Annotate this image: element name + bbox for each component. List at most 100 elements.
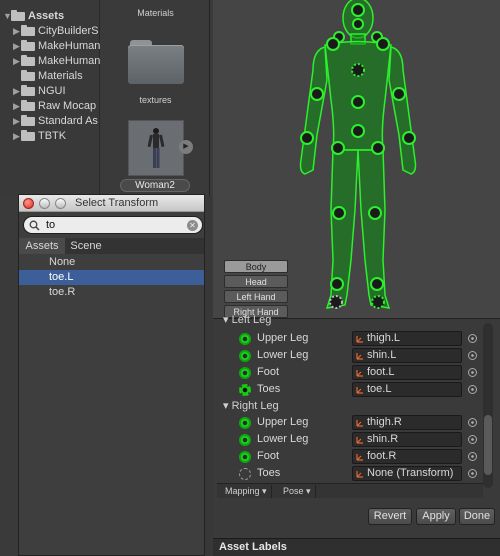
tree-item[interactable]: ▶ NGUI xyxy=(0,84,100,98)
minimize-window-icon[interactable] xyxy=(39,198,50,209)
scrollbar-thumb[interactable] xyxy=(484,415,492,475)
transform-field[interactable]: shin.R xyxy=(352,432,462,447)
object-picker-icon[interactable] xyxy=(468,469,477,478)
textures-folder-label[interactable]: textures xyxy=(101,95,210,105)
tree-item[interactable]: ▶ TBTK xyxy=(0,129,100,143)
body-view-button[interactable]: Body xyxy=(224,260,288,273)
search-field[interactable]: ✕ xyxy=(23,216,203,234)
transform-value: None (Transform) xyxy=(367,467,454,479)
object-picker-icon[interactable] xyxy=(468,351,477,360)
object-picker-icon[interactable] xyxy=(468,418,477,427)
object-picker-icon[interactable] xyxy=(468,368,477,377)
folder-icon xyxy=(21,55,35,66)
tree-item[interactable]: ▼ Assets xyxy=(0,9,100,23)
tree-item[interactable]: ▶ MakeHuman xyxy=(0,54,100,68)
transform-value: thigh.L xyxy=(367,332,401,344)
left-panel-background xyxy=(0,196,18,556)
list-item[interactable]: toe.R xyxy=(19,285,204,300)
mapping-menu[interactable]: Mapping ▾ xyxy=(221,485,272,498)
bone-label: Lower Leg xyxy=(257,349,309,361)
tree-item-label: Standard As xyxy=(38,115,98,127)
zoom-window-icon[interactable] xyxy=(55,198,66,209)
object-picker-icon[interactable] xyxy=(468,435,477,444)
transform-value: foot.L xyxy=(367,366,395,378)
transform-value: thigh.R xyxy=(367,416,402,428)
list-item[interactable]: None xyxy=(19,255,204,270)
bone-label: Foot xyxy=(257,450,280,462)
tree-item[interactable]: Materials xyxy=(0,69,100,83)
bone-unmapped-icon[interactable] xyxy=(239,468,251,480)
tree-item[interactable]: ▶ Raw Mocap xyxy=(0,99,100,113)
tab-assets[interactable]: Assets xyxy=(19,238,65,254)
left-leg-header[interactable]: ▾ Left Leg xyxy=(223,313,271,326)
tree-item[interactable]: ▶ Standard As xyxy=(0,114,100,128)
search-input[interactable] xyxy=(46,218,186,232)
head-view-button[interactable]: Head xyxy=(224,275,288,288)
asset-labels-header[interactable]: Asset Labels xyxy=(213,538,500,556)
clear-search-icon[interactable]: ✕ xyxy=(187,220,198,231)
transform-icon xyxy=(356,353,363,360)
transform-field[interactable]: toe.L xyxy=(352,382,462,397)
transform-icon xyxy=(356,420,363,427)
transform-field[interactable]: shin.L xyxy=(352,348,462,363)
mapping-toolbar: Mapping ▾ Pose ▾ xyxy=(217,483,483,498)
tree-item[interactable]: ▶ CityBuilderS xyxy=(0,24,100,38)
woman2-model-thumbnail[interactable] xyxy=(128,120,184,176)
bone-mapped-icon[interactable] xyxy=(239,333,251,345)
transform-icon xyxy=(356,437,363,444)
bone-mapped-icon[interactable] xyxy=(239,417,251,429)
done-button[interactable]: Done xyxy=(459,508,495,525)
right-leg-header-label: Right Leg xyxy=(231,400,279,412)
bone-label: Upper Leg xyxy=(257,416,309,428)
object-picker-icon[interactable] xyxy=(468,334,477,343)
woman2-asset-label[interactable]: Woman2 xyxy=(120,179,190,192)
bone-label: Toes xyxy=(257,383,281,395)
bone-mapped-icon[interactable] xyxy=(239,451,251,463)
tree-item-label: Materials xyxy=(38,70,83,82)
folder-icon xyxy=(21,100,35,111)
apply-button[interactable]: Apply xyxy=(416,508,456,525)
left-hand-view-button[interactable]: Left Hand xyxy=(224,290,288,303)
tree-item-label: Assets xyxy=(28,10,65,22)
left-upper-leg-row: Upper Leg thigh.L xyxy=(213,331,488,347)
tree-item-label: CityBuilderS xyxy=(38,25,99,37)
tab-scene[interactable]: Scene xyxy=(65,238,107,254)
select-transform-dialog: Select Transform ✕ Assets Scene None toe… xyxy=(18,194,205,556)
transform-field[interactable]: thigh.L xyxy=(352,331,462,346)
dialog-titlebar[interactable]: Select Transform xyxy=(19,195,204,212)
tree-item-label: MakeHuman xyxy=(38,40,100,52)
right-leg-header[interactable]: ▾ Right Leg xyxy=(223,399,279,412)
transform-value: shin.R xyxy=(367,433,399,445)
pose-menu[interactable]: Pose ▾ xyxy=(279,485,316,498)
bone-mapped-icon[interactable] xyxy=(239,434,251,446)
asset-grid: Materials textures ▶ Woman2 xyxy=(101,0,210,196)
tree-item[interactable]: ▶ MakeHuman xyxy=(0,39,100,53)
tree-item-label: MakeHuman xyxy=(38,55,100,67)
list-item[interactable]: toe.L xyxy=(19,270,204,285)
bone-mapped-icon[interactable] xyxy=(239,350,251,362)
tree-item-label: NGUI xyxy=(38,85,66,97)
close-window-icon[interactable] xyxy=(23,198,34,209)
bone-optional-icon[interactable] xyxy=(239,384,251,396)
bone-mapped-icon[interactable] xyxy=(239,367,251,379)
right-foot-row: Foot foot.R xyxy=(213,449,488,465)
folder-icon xyxy=(21,25,35,36)
folder-icon xyxy=(21,70,35,81)
right-upper-leg-row: Upper Leg thigh.R xyxy=(213,415,488,431)
transform-icon xyxy=(356,336,363,343)
transform-field[interactable]: foot.L xyxy=(352,365,462,380)
right-lower-leg-row: Lower Leg shin.R xyxy=(213,432,488,448)
dialog-title: Select Transform xyxy=(75,197,159,209)
play-preview-icon[interactable]: ▶ xyxy=(179,140,193,154)
inspector-scrollbar[interactable] xyxy=(483,323,493,488)
folder-icon xyxy=(11,10,25,21)
object-picker-icon[interactable] xyxy=(468,452,477,461)
textures-folder-icon[interactable] xyxy=(128,40,184,84)
revert-button[interactable]: Revert xyxy=(368,508,412,525)
object-picker-icon[interactable] xyxy=(468,385,477,394)
avatar-configuration-view[interactable]: Body Head Left Hand Right Hand xyxy=(213,0,500,318)
transform-field[interactable]: foot.R xyxy=(352,449,462,464)
materials-folder-label[interactable]: Materials xyxy=(101,8,210,18)
transform-field[interactable]: None (Transform) xyxy=(352,466,462,481)
transform-field[interactable]: thigh.R xyxy=(352,415,462,430)
